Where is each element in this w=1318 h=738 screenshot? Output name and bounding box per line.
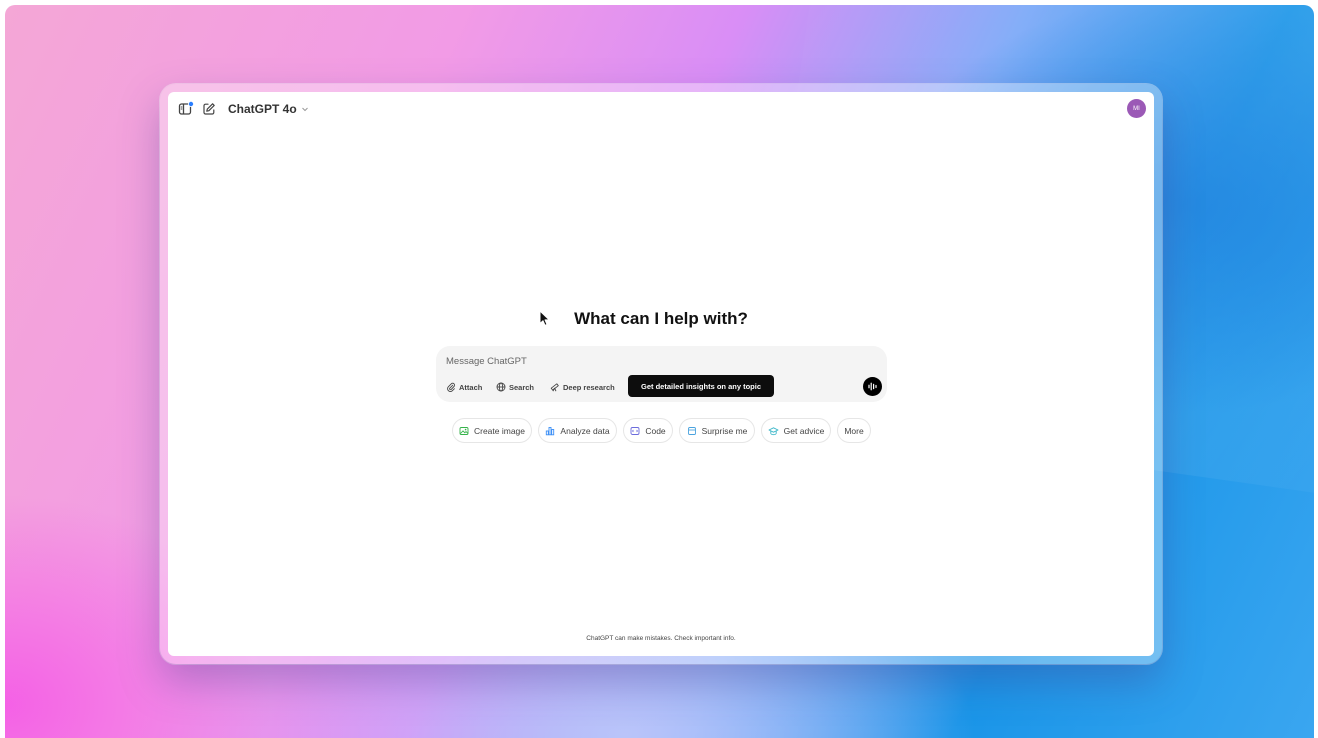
analyze-data-chip[interactable]: Analyze data xyxy=(538,418,617,443)
telescope-icon xyxy=(550,383,559,392)
mouse-pointer-icon xyxy=(539,310,550,326)
chevron-down-icon xyxy=(301,105,309,113)
top-bar: ChatGPT 4o MI xyxy=(168,92,1154,124)
more-label: More xyxy=(844,425,864,436)
get-advice-chip[interactable]: Get advice xyxy=(761,418,831,443)
image-icon xyxy=(459,426,469,435)
code-label: Code xyxy=(645,425,666,436)
model-selector[interactable]: ChatGPT 4o xyxy=(228,100,309,118)
attach-label: Attach xyxy=(459,382,483,392)
search-label: Search xyxy=(509,382,535,392)
voice-mode-button[interactable] xyxy=(863,377,882,396)
bar-chart-icon xyxy=(546,426,555,435)
message-input[interactable] xyxy=(446,354,866,368)
new-chat-icon xyxy=(203,103,215,115)
suggestion-chips: Create image Analyze data Code Surprise … xyxy=(168,418,1154,443)
user-avatar[interactable]: MI xyxy=(1127,99,1146,118)
globe-icon xyxy=(496,382,506,392)
attach-button[interactable]: Attach xyxy=(446,381,482,393)
deep-research-label: Deep research xyxy=(563,382,615,392)
analyze-data-label: Analyze data xyxy=(560,425,610,436)
code-icon xyxy=(630,426,640,435)
deep-research-tooltip: Get detailed insights on any topic xyxy=(628,375,774,397)
gift-icon xyxy=(687,426,696,435)
deep-research-button[interactable]: Deep research xyxy=(550,381,615,393)
voice-waveform-icon xyxy=(868,382,877,391)
code-chip[interactable]: Code xyxy=(623,418,673,443)
surprise-me-chip[interactable]: Surprise me xyxy=(679,418,755,443)
get-advice-label: Get advice xyxy=(783,425,825,436)
surprise-me-label: Surprise me xyxy=(701,425,748,436)
page-heading: What can I help with? xyxy=(574,309,748,328)
disclaimer-text: ChatGPT can make mistakes. Check importa… xyxy=(586,635,736,642)
search-button[interactable]: Search xyxy=(496,381,534,393)
message-composer: Attach Search Deep research Get detailed… xyxy=(436,346,887,402)
more-chip[interactable]: More xyxy=(837,418,871,443)
create-image-label: Create image xyxy=(473,425,526,436)
sidebar-toggle-icon xyxy=(178,101,194,115)
create-image-chip[interactable]: Create image xyxy=(452,418,532,443)
sidebar-toggle-button[interactable] xyxy=(177,100,195,118)
paperclip-icon xyxy=(447,382,455,392)
chatgpt-window: ChatGPT 4o MI What can I help with? Atta… xyxy=(168,92,1154,656)
new-chat-button[interactable] xyxy=(200,100,218,118)
model-name: ChatGPT 4o xyxy=(228,102,297,116)
graduation-cap-icon xyxy=(768,426,779,435)
